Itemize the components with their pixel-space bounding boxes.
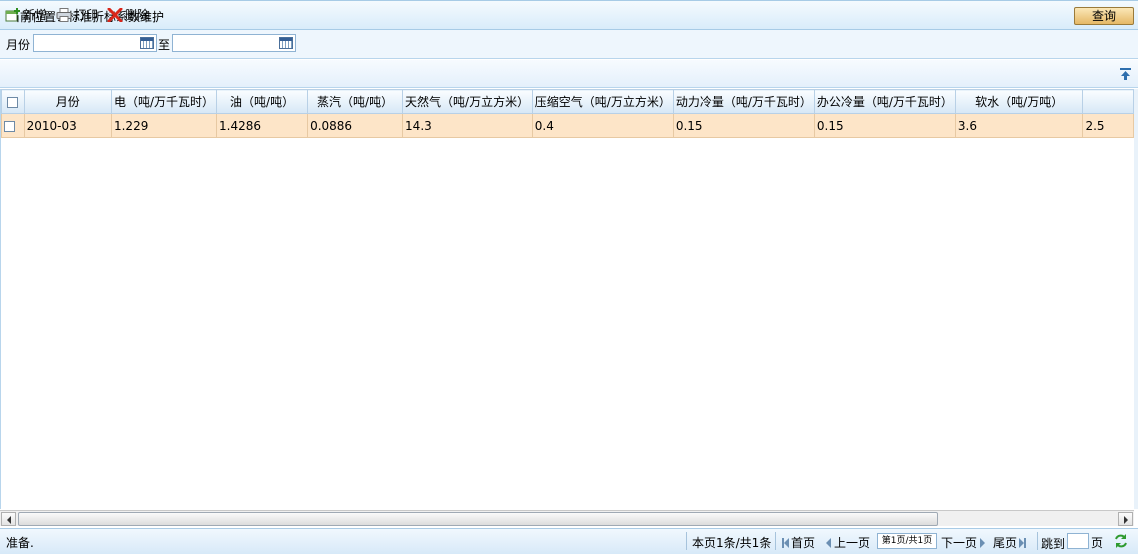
table-header-row: 月份 电（吨/万千瓦时） 油（吨/吨） 蒸汽（吨/吨） 天然气（吨/万立方米） … [1,89,1134,114]
query-button[interactable]: 查询 [1074,7,1134,25]
print-label: 打印 [74,8,99,22]
page-info: 本页1条/共1条 [692,536,772,550]
next-page-button[interactable]: 下一页 [941,534,986,551]
table-cell: 0.4 [531,113,674,138]
table-cell: 0.0886 [307,113,404,138]
last-page-button[interactable]: 尾页 [993,534,1027,551]
row-checkbox[interactable] [4,120,15,132]
table-cell: 0.15 [813,113,956,138]
month-from-input[interactable] [34,35,138,51]
column-header[interactable]: 月份 [23,89,112,114]
column-header[interactable]: 软水（吨/万吨） [954,89,1084,114]
table-cell: 1.4286 [216,113,309,138]
table-cell: 1.229 [110,113,218,138]
page-indicator: 第1页/共1页 [877,533,937,549]
status-text: 准备. [6,536,34,550]
delete-icon [107,7,123,22]
month-from-field[interactable] [33,34,157,52]
select-all-checkbox[interactable] [7,96,19,108]
scroll-thumb[interactable] [18,512,938,526]
next-page-label: 下一页 [941,536,978,550]
data-table: 月份 电（吨/万千瓦时） 油（吨/吨） 蒸汽（吨/吨） 天然气（吨/万立方米） … [1,89,1134,138]
filter-bar [0,30,1138,59]
table-row[interactable]: 2010-03 1.229 1.4286 0.0886 14.3 0.4 0.1… [1,113,1134,138]
table-cell: 3.6 [954,113,1084,138]
month-label: 月份 [6,38,31,52]
page-unit-label: 页 [1091,536,1104,550]
jump-page-input[interactable] [1067,533,1089,549]
prev-page-icon [826,537,831,548]
last-page-icon [1019,537,1027,548]
last-page-label: 尾页 [993,536,1018,550]
first-page-icon [782,537,789,548]
calendar-icon[interactable] [279,37,293,49]
scroll-left-icon[interactable] [1,512,16,526]
next-page-icon [980,537,986,548]
calendar-icon[interactable] [140,37,154,49]
column-header[interactable]: 油（吨/吨） [216,89,309,114]
column-header[interactable]: 天然气（吨/万立方米） [402,89,533,114]
to-label: 至 [158,38,171,52]
column-header[interactable]: 电（吨/万千瓦时） [110,89,218,114]
print-button[interactable]: 打印 [56,6,98,23]
column-header[interactable]: 办公冷量（吨/万千瓦时） [813,89,956,114]
column-header[interactable]: 蒸汽（吨/吨） [307,89,404,114]
horizontal-scrollbar[interactable] [0,510,1134,526]
location-bar [0,0,1138,30]
month-to-input[interactable] [173,35,277,51]
table-cell: 2.5 [1082,113,1134,138]
row-checkbox-cell[interactable] [1,113,25,138]
column-header[interactable] [1082,89,1134,114]
table-cell: 2010-03 [23,113,112,138]
printer-icon [56,7,72,22]
toolbar [0,60,1138,88]
refresh-icon[interactable] [1113,533,1129,549]
add-label: 新增 [23,8,48,22]
first-page-button[interactable]: 首页 [782,534,815,551]
collapse-up-icon[interactable] [1119,67,1132,81]
prev-page-label: 上一页 [834,536,871,550]
scroll-right-icon[interactable] [1118,512,1133,526]
column-header[interactable]: 压缩空气（吨/万立方米） [531,89,674,114]
first-page-label: 首页 [791,536,816,550]
month-to-field[interactable] [172,34,296,52]
status-bar: 准备. 本页1条/共1条 首页 上一页 第1页/共1页 下一页 尾页 跳到 页 [0,528,1138,554]
jump-label: 跳到 [1041,537,1066,551]
add-button[interactable]: 新增 [5,6,47,23]
column-header[interactable]: 动力冷量（吨/万千瓦时） [672,89,815,114]
prev-page-button[interactable]: 上一页 [826,534,870,551]
grid-right-edge [1134,89,1138,509]
add-icon [5,7,21,22]
select-all-checkbox-cell[interactable] [1,89,25,114]
delete-button[interactable]: 删除 [107,6,149,23]
table-cell: 0.15 [672,113,815,138]
delete-label: 删除 [125,8,150,22]
table-cell: 14.3 [402,113,533,138]
data-grid: 月份 电（吨/万千瓦时） 油（吨/吨） 蒸汽（吨/吨） 天然气（吨/万立方米） … [0,89,1134,509]
